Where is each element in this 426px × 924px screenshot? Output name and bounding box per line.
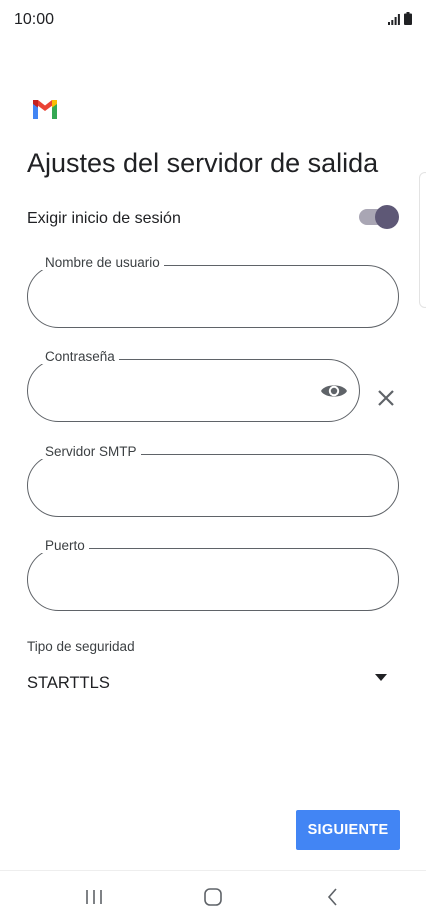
security-type-label: Tipo de seguridad bbox=[27, 639, 135, 654]
status-icons bbox=[388, 12, 412, 25]
security-type-dropdown[interactable]: STARTTLS bbox=[27, 668, 391, 700]
page-title: Ajustes del servidor de salida bbox=[27, 148, 379, 178]
security-type-value: STARTTLS bbox=[27, 674, 110, 692]
toggle-knob bbox=[375, 205, 399, 229]
username-field[interactable]: Nombre de usuario bbox=[27, 255, 399, 328]
eye-icon[interactable] bbox=[320, 381, 348, 401]
back-icon[interactable] bbox=[320, 885, 346, 909]
password-field[interactable]: Contraseña bbox=[27, 349, 360, 422]
smtp-server-input[interactable] bbox=[45, 468, 349, 503]
username-input[interactable] bbox=[45, 279, 349, 314]
status-bar: 10:00 bbox=[0, 0, 426, 40]
require-login-row: Exigir inicio de sesión bbox=[27, 205, 399, 235]
require-login-label: Exigir inicio de sesión bbox=[27, 210, 181, 227]
password-input[interactable] bbox=[45, 373, 310, 408]
signal-icon bbox=[388, 14, 400, 25]
recent-apps-icon[interactable] bbox=[81, 885, 107, 909]
smtp-server-field[interactable]: Servidor SMTP bbox=[27, 444, 399, 517]
status-time: 10:00 bbox=[14, 11, 55, 28]
port-label: Puerto bbox=[41, 538, 89, 553]
edge-panel-handle[interactable] bbox=[419, 172, 426, 308]
close-icon[interactable] bbox=[376, 388, 396, 408]
require-login-toggle[interactable] bbox=[359, 205, 399, 229]
home-icon[interactable] bbox=[200, 885, 226, 909]
password-label: Contraseña bbox=[41, 349, 119, 364]
navigation-bar bbox=[0, 870, 426, 924]
username-label: Nombre de usuario bbox=[41, 255, 164, 270]
dropdown-arrow-icon bbox=[375, 674, 387, 681]
port-input[interactable] bbox=[45, 562, 349, 597]
next-button[interactable]: SIGUIENTE bbox=[296, 810, 400, 850]
port-field[interactable]: Puerto bbox=[27, 538, 399, 611]
gmail-logo-icon bbox=[33, 100, 57, 119]
battery-icon bbox=[404, 12, 412, 25]
smtp-server-label: Servidor SMTP bbox=[41, 444, 141, 459]
